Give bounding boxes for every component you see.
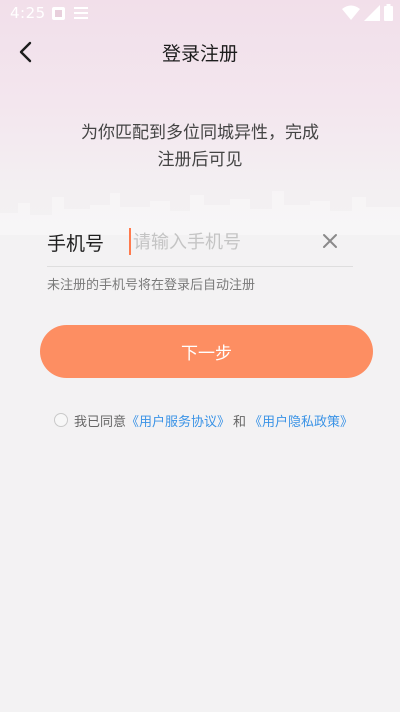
menu-icon: [74, 7, 88, 19]
close-icon: [323, 234, 337, 248]
clear-button[interactable]: [317, 228, 343, 254]
auto-register-hint: 未注册的手机号将在登录后自动注册: [47, 278, 256, 293]
text-caret: [129, 228, 131, 255]
agreement-and: 和: [233, 414, 247, 430]
next-button[interactable]: 下一步: [40, 325, 373, 378]
match-subtitle: 为你匹配到多位同城异性，完成注册后可见: [81, 123, 319, 170]
signal-icon: [364, 5, 380, 21]
agreement-prefix: 我已同意: [74, 414, 127, 430]
wifi-icon: [342, 5, 360, 20]
phone-input-row: 手机号: [47, 222, 353, 267]
status-bar: 4:25: [0, 0, 400, 28]
status-time: 4:25: [10, 4, 46, 22]
agree-checkbox[interactable]: [54, 413, 68, 427]
phone-label: 手机号: [47, 233, 105, 255]
notification-icon: [52, 7, 65, 20]
page-title: 登录注册: [161, 43, 238, 65]
privacy-policy-link[interactable]: 《用户隐私政策》: [249, 411, 353, 430]
agreement-row: 我已同意 《用户服务协议》 和 《用户隐私政策》: [54, 410, 353, 430]
phone-input[interactable]: [133, 226, 313, 258]
battery-icon: [384, 4, 393, 21]
user-agreement-link[interactable]: 《用户服务协议》: [126, 411, 230, 430]
